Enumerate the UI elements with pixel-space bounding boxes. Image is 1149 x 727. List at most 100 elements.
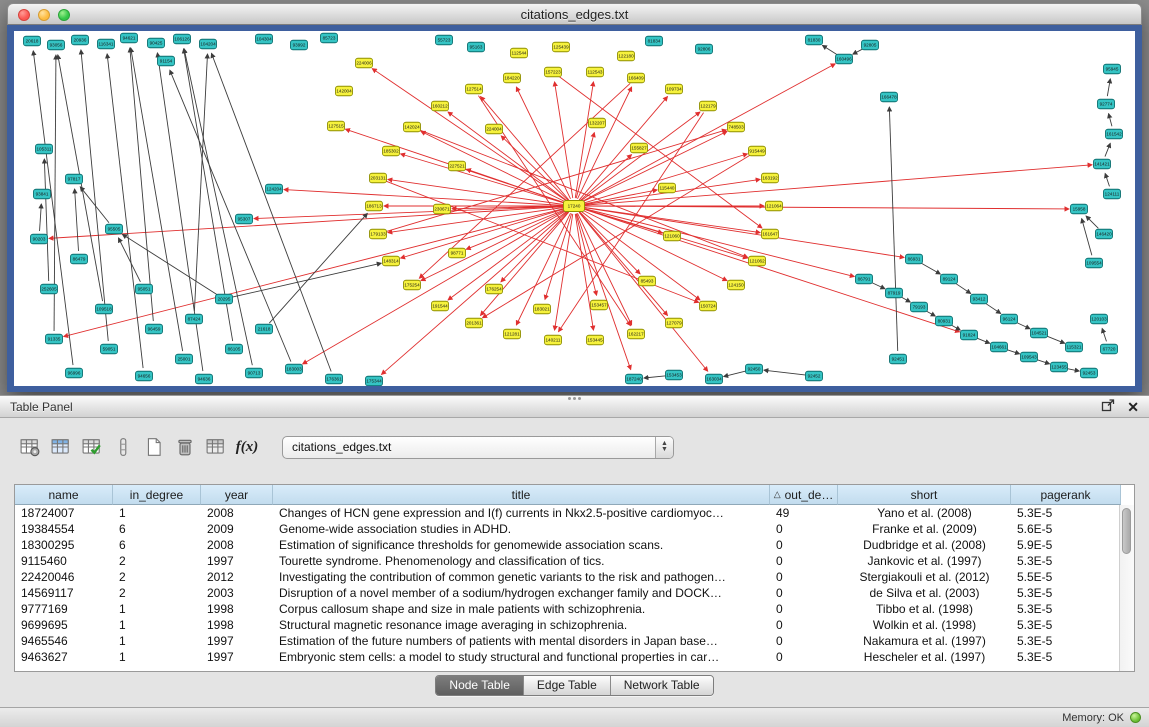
- network-node[interactable]: 915449: [749, 146, 766, 156]
- network-node[interactable]: 92806: [696, 44, 713, 54]
- network-node[interactable]: 176361: [326, 374, 343, 384]
- network-node[interactable]: 96996: [66, 368, 83, 378]
- table-row[interactable]: 911546021997Tourette syndrome. Phenomeno…: [15, 553, 1134, 569]
- network-node[interactable]: 85493: [639, 276, 656, 286]
- row-tool-icon[interactable]: [111, 435, 135, 459]
- tab-node-table[interactable]: Node Table: [436, 676, 524, 695]
- show-columns-icon[interactable]: [49, 435, 73, 459]
- network-node[interactable]: 141421: [1094, 159, 1111, 169]
- tab-edge-table[interactable]: Edge Table: [524, 676, 611, 695]
- network-node[interactable]: 121281: [504, 329, 521, 339]
- create-column-icon[interactable]: [18, 435, 42, 459]
- close-window-button[interactable]: [18, 9, 30, 21]
- network-node[interactable]: 127514: [466, 84, 483, 94]
- table-row[interactable]: 977716911998Corpus callosum shape and si…: [15, 601, 1134, 617]
- network-node[interactable]: 91824: [961, 330, 978, 340]
- network-node[interactable]: 160212: [432, 101, 449, 111]
- network-node[interactable]: 55723: [436, 35, 453, 45]
- network-node[interactable]: 121062: [749, 256, 766, 266]
- network-node[interactable]: 163034: [706, 374, 723, 384]
- network-node[interactable]: 201361: [466, 318, 483, 328]
- network-node[interactable]: 91154: [158, 56, 175, 66]
- network-node[interactable]: 185302: [383, 146, 400, 156]
- network-node[interactable]: 155827: [631, 143, 648, 153]
- column-header-short[interactable]: short: [838, 485, 1011, 505]
- network-node[interactable]: 109554: [1086, 258, 1103, 268]
- window-titlebar[interactable]: citations_edges.txt: [7, 3, 1142, 25]
- network-node[interactable]: 115321: [1066, 342, 1083, 352]
- table-row[interactable]: 946362711997Embryonic stem cells: a mode…: [15, 649, 1134, 665]
- minimize-window-button[interactable]: [38, 9, 50, 21]
- network-node[interactable]: 146420: [1096, 229, 1113, 239]
- network-node[interactable]: 94656: [136, 371, 153, 381]
- network-node[interactable]: 90203: [31, 234, 48, 244]
- table-row[interactable]: 946554611997Estimation of the future num…: [15, 633, 1134, 649]
- column-header-out_de[interactable]: △out_de…: [770, 485, 838, 505]
- network-node[interactable]: 87919: [886, 288, 903, 298]
- close-panel-icon[interactable]: ✕: [1127, 400, 1139, 414]
- network-node[interactable]: 162217: [628, 329, 645, 339]
- scrollbar-thumb[interactable]: [1122, 508, 1131, 554]
- network-node[interactable]: 98771: [449, 248, 466, 258]
- network-node[interactable]: 123455: [1051, 362, 1068, 372]
- network-node[interactable]: 183003: [286, 364, 303, 374]
- network-node[interactable]: 17240: [564, 201, 585, 212]
- network-canvas[interactable]: 1724012106416319291544974850312217910973…: [14, 31, 1135, 386]
- network-node[interactable]: 104661: [991, 342, 1008, 352]
- network-node[interactable]: 95945: [1104, 64, 1121, 74]
- network-node[interactable]: 203131: [370, 173, 387, 183]
- network-node[interactable]: 21618: [256, 324, 273, 334]
- network-node[interactable]: 80931: [936, 316, 953, 326]
- network-node[interactable]: 163192: [762, 173, 779, 183]
- network-node[interactable]: 104204: [200, 39, 217, 49]
- network-node[interactable]: 92450: [746, 364, 763, 374]
- network-node[interactable]: 132207: [589, 118, 606, 128]
- table-row[interactable]: 1830029562008Estimation of significance …: [15, 537, 1134, 553]
- network-node[interactable]: 116341: [98, 39, 115, 49]
- splitter-handle[interactable]: [567, 397, 583, 402]
- network-node[interactable]: 124204: [266, 184, 283, 194]
- network-node[interactable]: 92452: [806, 371, 823, 381]
- network-node[interactable]: 109518: [96, 304, 113, 314]
- network-node[interactable]: 95163: [468, 42, 485, 52]
- table-row[interactable]: 1938455462009Genome-wide association stu…: [15, 521, 1134, 537]
- edit-table-icon[interactable]: [80, 435, 104, 459]
- network-node[interactable]: 166478: [881, 92, 898, 102]
- network-node[interactable]: 20936: [72, 35, 89, 45]
- network-node[interactable]: 153445: [587, 335, 604, 345]
- table-row[interactable]: 1872400712008Changes of HCN gene express…: [15, 505, 1134, 521]
- network-node[interactable]: 25001: [176, 354, 193, 364]
- column-header-in_degree[interactable]: in_degree: [113, 485, 201, 505]
- network-node[interactable]: 175254: [404, 280, 421, 290]
- network-node[interactable]: 85723: [321, 33, 338, 43]
- network-node[interactable]: 15958: [1071, 204, 1088, 214]
- table-selector-combo[interactable]: citations_edges.txt▲▼: [282, 436, 674, 459]
- network-node[interactable]: 93841: [34, 189, 51, 199]
- network-node[interactable]: 142024: [404, 122, 421, 132]
- import-table-icon[interactable]: [204, 435, 228, 459]
- network-node[interactable]: 124150: [728, 280, 745, 290]
- vertical-scrollbar[interactable]: [1119, 505, 1134, 671]
- network-node[interactable]: 124111: [1104, 189, 1121, 199]
- network-node[interactable]: 161647: [762, 229, 779, 239]
- network-node[interactable]: 92453: [1081, 368, 1098, 378]
- network-node[interactable]: 109734: [666, 84, 683, 94]
- network-node[interactable]: 184220: [504, 73, 521, 83]
- zoom-window-button[interactable]: [58, 9, 70, 21]
- network-node[interactable]: 161542: [1106, 129, 1123, 139]
- network-node[interactable]: 153457: [591, 300, 608, 310]
- network-node[interactable]: 112543: [587, 67, 604, 77]
- network-node[interactable]: 176254: [486, 284, 503, 294]
- network-node[interactable]: 89124: [941, 274, 958, 284]
- network-node[interactable]: 94621: [121, 33, 138, 43]
- network-node[interactable]: 104521: [1031, 328, 1048, 338]
- network-node[interactable]: 95051: [136, 284, 153, 294]
- network-node[interactable]: 59051: [101, 344, 118, 354]
- network-node[interactable]: 106126: [174, 34, 191, 44]
- network-node[interactable]: 96124: [1001, 314, 1018, 324]
- column-header-pagerank[interactable]: pagerank: [1011, 485, 1121, 505]
- network-node[interactable]: 92451: [890, 354, 907, 364]
- network-node[interactable]: 86791: [856, 274, 873, 284]
- network-node[interactable]: 115440: [659, 183, 676, 193]
- network-node[interactable]: 20618: [24, 36, 41, 46]
